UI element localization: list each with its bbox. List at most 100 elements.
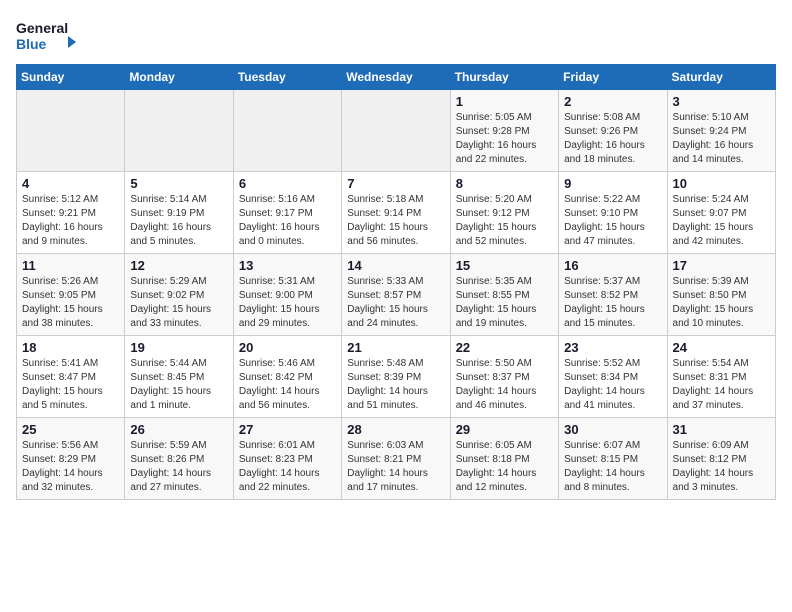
day-number: 19 (130, 340, 227, 355)
calendar-cell: 30 Sunrise: 6:07 AM Sunset: 8:15 PM Dayli… (559, 418, 667, 500)
day-info: Sunrise: 5:54 AM Sunset: 8:31 PM Dayligh… (673, 357, 770, 413)
calendar-cell: 27 Sunrise: 6:01 AM Sunset: 8:23 PM Dayli… (233, 418, 341, 500)
day-number: 18 (22, 340, 119, 355)
day-info: Sunrise: 5:26 AM Sunset: 9:05 PM Dayligh… (22, 275, 119, 331)
day-info: Sunrise: 5:50 AM Sunset: 8:37 PM Dayligh… (456, 357, 553, 413)
calendar-cell: 3 Sunrise: 5:10 AM Sunset: 9:24 PM Daylig… (667, 90, 775, 172)
calendar-cell (342, 90, 450, 172)
calendar-cell: 6Sunrise: 5:16 AM Sunset: 9:17 PM Daylig… (233, 172, 341, 254)
day-info: Sunrise: 6:05 AM Sunset: 8:18 PM Dayligh… (456, 439, 553, 495)
calendar-cell: 2 Sunrise: 5:08 AM Sunset: 9:26 PM Daylig… (559, 90, 667, 172)
day-info: Sunrise: 5:18 AM Sunset: 9:14 PM Dayligh… (347, 193, 444, 249)
calendar-cell: 13Sunrise: 5:31 AM Sunset: 9:00 PM Dayli… (233, 254, 341, 336)
calendar-week-row: 1 Sunrise: 5:05 AM Sunset: 9:28 PM Daylig… (17, 90, 776, 172)
day-number: 11 (22, 258, 119, 273)
calendar-cell: 18 Sunrise: 5:41 AM Sunset: 8:47 PM Dayli… (17, 336, 125, 418)
weekday-header-sunday: Sunday (17, 65, 125, 90)
calendar-cell: 11 Sunrise: 5:26 AM Sunset: 9:05 PM Dayli… (17, 254, 125, 336)
calendar-cell: 29Sunrise: 6:05 AM Sunset: 8:18 PM Dayli… (450, 418, 558, 500)
calendar-week-row: 4Sunrise: 5:12 AM Sunset: 9:21 PM Daylig… (17, 172, 776, 254)
day-number: 4 (22, 176, 119, 191)
day-number: 10 (673, 176, 770, 191)
day-info: Sunrise: 5:52 AM Sunset: 8:34 PM Dayligh… (564, 357, 661, 413)
day-info: Sunrise: 5:29 AM Sunset: 9:02 PM Dayligh… (130, 275, 227, 331)
svg-text:Blue: Blue (16, 36, 47, 52)
day-info: Sunrise: 5:44 AM Sunset: 8:45 PM Dayligh… (130, 357, 227, 413)
day-number: 31 (673, 422, 770, 437)
calendar-cell: 24 Sunrise: 5:54 AM Sunset: 8:31 PM Dayli… (667, 336, 775, 418)
day-number: 22 (456, 340, 553, 355)
day-number: 17 (673, 258, 770, 273)
calendar-cell: 5 Sunrise: 5:14 AM Sunset: 9:19 PM Daylig… (125, 172, 233, 254)
calendar-cell: 1 Sunrise: 5:05 AM Sunset: 9:28 PM Daylig… (450, 90, 558, 172)
calendar-cell: 14 Sunrise: 5:33 AM Sunset: 8:57 PM Dayli… (342, 254, 450, 336)
day-info: Sunrise: 5:41 AM Sunset: 8:47 PM Dayligh… (22, 357, 119, 413)
calendar-week-row: 25Sunrise: 5:56 AM Sunset: 8:29 PM Dayli… (17, 418, 776, 500)
day-number: 30 (564, 422, 661, 437)
calendar-week-row: 18 Sunrise: 5:41 AM Sunset: 8:47 PM Dayli… (17, 336, 776, 418)
calendar-cell: 22 Sunrise: 5:50 AM Sunset: 8:37 PM Dayli… (450, 336, 558, 418)
day-info: Sunrise: 5:33 AM Sunset: 8:57 PM Dayligh… (347, 275, 444, 331)
day-number: 9 (564, 176, 661, 191)
calendar-cell: 21 Sunrise: 5:48 AM Sunset: 8:39 PM Dayli… (342, 336, 450, 418)
calendar-cell: 16 Sunrise: 5:37 AM Sunset: 8:52 PM Dayli… (559, 254, 667, 336)
calendar-cell: 10Sunrise: 5:24 AM Sunset: 9:07 PM Dayli… (667, 172, 775, 254)
calendar-cell (233, 90, 341, 172)
weekday-header-tuesday: Tuesday (233, 65, 341, 90)
day-info: Sunrise: 5:39 AM Sunset: 8:50 PM Dayligh… (673, 275, 770, 331)
day-number: 8 (456, 176, 553, 191)
day-number: 24 (673, 340, 770, 355)
day-number: 23 (564, 340, 661, 355)
calendar-cell: 17 Sunrise: 5:39 AM Sunset: 8:50 PM Dayli… (667, 254, 775, 336)
day-number: 25 (22, 422, 119, 437)
day-number: 28 (347, 422, 444, 437)
weekday-header-saturday: Saturday (667, 65, 775, 90)
logo: General Blue (16, 16, 76, 56)
day-info: Sunrise: 5:14 AM Sunset: 9:19 PM Dayligh… (130, 193, 227, 249)
day-info: Sunrise: 5:35 AM Sunset: 8:55 PM Dayligh… (456, 275, 553, 331)
day-info: Sunrise: 5:20 AM Sunset: 9:12 PM Dayligh… (456, 193, 553, 249)
day-info: Sunrise: 5:10 AM Sunset: 9:24 PM Dayligh… (673, 111, 770, 167)
calendar-cell: 25Sunrise: 5:56 AM Sunset: 8:29 PM Dayli… (17, 418, 125, 500)
day-number: 2 (564, 94, 661, 109)
logo-svg: General Blue (16, 16, 76, 56)
calendar-cell: 12 Sunrise: 5:29 AM Sunset: 9:02 PM Dayli… (125, 254, 233, 336)
calendar-cell: 7 Sunrise: 5:18 AM Sunset: 9:14 PM Daylig… (342, 172, 450, 254)
day-number: 16 (564, 258, 661, 273)
calendar-cell: 8 Sunrise: 5:20 AM Sunset: 9:12 PM Daylig… (450, 172, 558, 254)
day-number: 7 (347, 176, 444, 191)
calendar-cell (125, 90, 233, 172)
weekday-header-row: SundayMondayTuesdayWednesdayThursdayFrid… (17, 65, 776, 90)
day-info: Sunrise: 5:22 AM Sunset: 9:10 PM Dayligh… (564, 193, 661, 249)
day-info: Sunrise: 5:37 AM Sunset: 8:52 PM Dayligh… (564, 275, 661, 331)
day-number: 14 (347, 258, 444, 273)
day-number: 3 (673, 94, 770, 109)
calendar-cell: 19 Sunrise: 5:44 AM Sunset: 8:45 PM Dayli… (125, 336, 233, 418)
day-info: Sunrise: 5:05 AM Sunset: 9:28 PM Dayligh… (456, 111, 553, 167)
calendar-cell: 26Sunrise: 5:59 AM Sunset: 8:26 PM Dayli… (125, 418, 233, 500)
day-number: 12 (130, 258, 227, 273)
calendar-cell: 23 Sunrise: 5:52 AM Sunset: 8:34 PM Dayli… (559, 336, 667, 418)
day-info: Sunrise: 6:01 AM Sunset: 8:23 PM Dayligh… (239, 439, 336, 495)
day-info: Sunrise: 5:16 AM Sunset: 9:17 PM Dayligh… (239, 193, 336, 249)
weekday-header-monday: Monday (125, 65, 233, 90)
svg-text:General: General (16, 20, 68, 36)
calendar-week-row: 11 Sunrise: 5:26 AM Sunset: 9:05 PM Dayli… (17, 254, 776, 336)
day-info: Sunrise: 5:48 AM Sunset: 8:39 PM Dayligh… (347, 357, 444, 413)
weekday-header-thursday: Thursday (450, 65, 558, 90)
calendar-cell: 31Sunrise: 6:09 AM Sunset: 8:12 PM Dayli… (667, 418, 775, 500)
day-number: 20 (239, 340, 336, 355)
day-info: Sunrise: 5:08 AM Sunset: 9:26 PM Dayligh… (564, 111, 661, 167)
day-number: 27 (239, 422, 336, 437)
calendar-cell: 15 Sunrise: 5:35 AM Sunset: 8:55 PM Dayli… (450, 254, 558, 336)
weekday-header-friday: Friday (559, 65, 667, 90)
day-info: Sunrise: 6:07 AM Sunset: 8:15 PM Dayligh… (564, 439, 661, 495)
day-number: 5 (130, 176, 227, 191)
day-number: 21 (347, 340, 444, 355)
day-number: 15 (456, 258, 553, 273)
page-header: General Blue (16, 16, 776, 56)
calendar-cell: 28Sunrise: 6:03 AM Sunset: 8:21 PM Dayli… (342, 418, 450, 500)
day-number: 1 (456, 94, 553, 109)
day-number: 26 (130, 422, 227, 437)
day-number: 13 (239, 258, 336, 273)
